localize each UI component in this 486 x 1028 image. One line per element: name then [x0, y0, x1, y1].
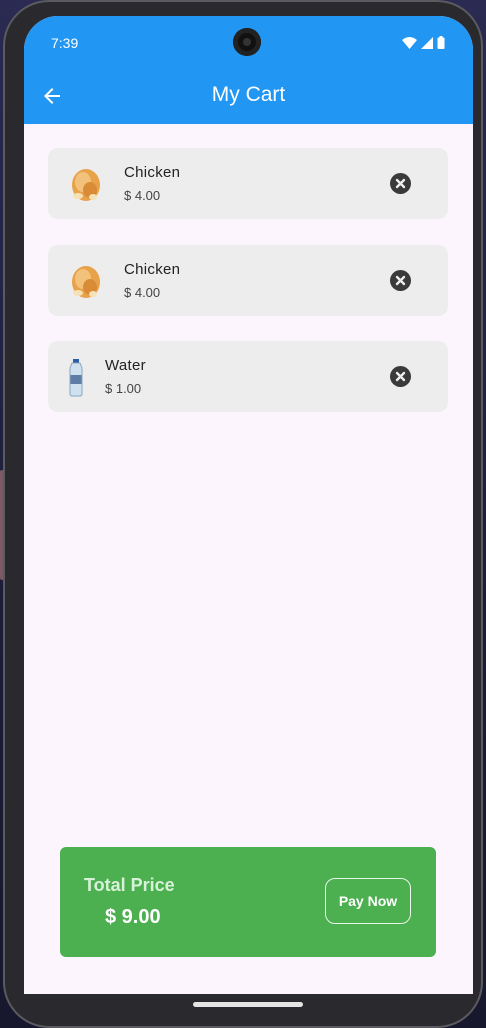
- water-bottle-image: [69, 359, 83, 397]
- cart-item: Chicken $ 4.00: [48, 148, 448, 219]
- total-summary-card: Total Price $ 9.00 Pay Now: [60, 847, 436, 957]
- item-name: Water: [105, 357, 146, 374]
- signal-icon: [421, 36, 433, 49]
- roast-chicken-image: [72, 169, 100, 201]
- app-screen: 7:39 My Cart Chicken $ 4.00 Chicken $ 4.…: [24, 16, 473, 994]
- cart-item: Chicken $ 4.00: [48, 245, 448, 316]
- close-icon: [395, 371, 406, 382]
- item-price: $ 4.00: [124, 285, 161, 300]
- total-price-label: Total Price: [84, 875, 175, 895]
- item-name: Chicken: [124, 261, 181, 278]
- front-camera: [233, 28, 261, 56]
- pay-now-button[interactable]: Pay Now: [325, 878, 411, 924]
- remove-item-button[interactable]: [390, 366, 411, 387]
- phone-frame: 7:39 My Cart Chicken $ 4.00 Chicken $ 4.…: [3, 0, 483, 1028]
- remove-item-button[interactable]: [390, 270, 411, 291]
- page-title: My Cart: [211, 83, 286, 106]
- status-bar: 7:39: [24, 16, 473, 68]
- cart-item: Water $ 1.00: [48, 341, 448, 412]
- status-icons: [402, 36, 445, 49]
- total-price-value: $ 9.00: [105, 906, 161, 928]
- close-icon: [395, 275, 406, 286]
- remove-item-button[interactable]: [390, 173, 411, 194]
- wifi-icon: [402, 36, 417, 49]
- roast-chicken-image: [72, 266, 100, 298]
- item-price: $ 4.00: [124, 188, 161, 203]
- item-price: $ 1.00: [105, 381, 142, 396]
- battery-icon: [437, 36, 445, 49]
- app-bar: My Cart: [24, 68, 473, 124]
- close-icon: [395, 178, 406, 189]
- gesture-nav-handle[interactable]: [193, 1002, 303, 1007]
- status-time: 7:39: [51, 35, 79, 51]
- item-name: Chicken: [124, 164, 181, 181]
